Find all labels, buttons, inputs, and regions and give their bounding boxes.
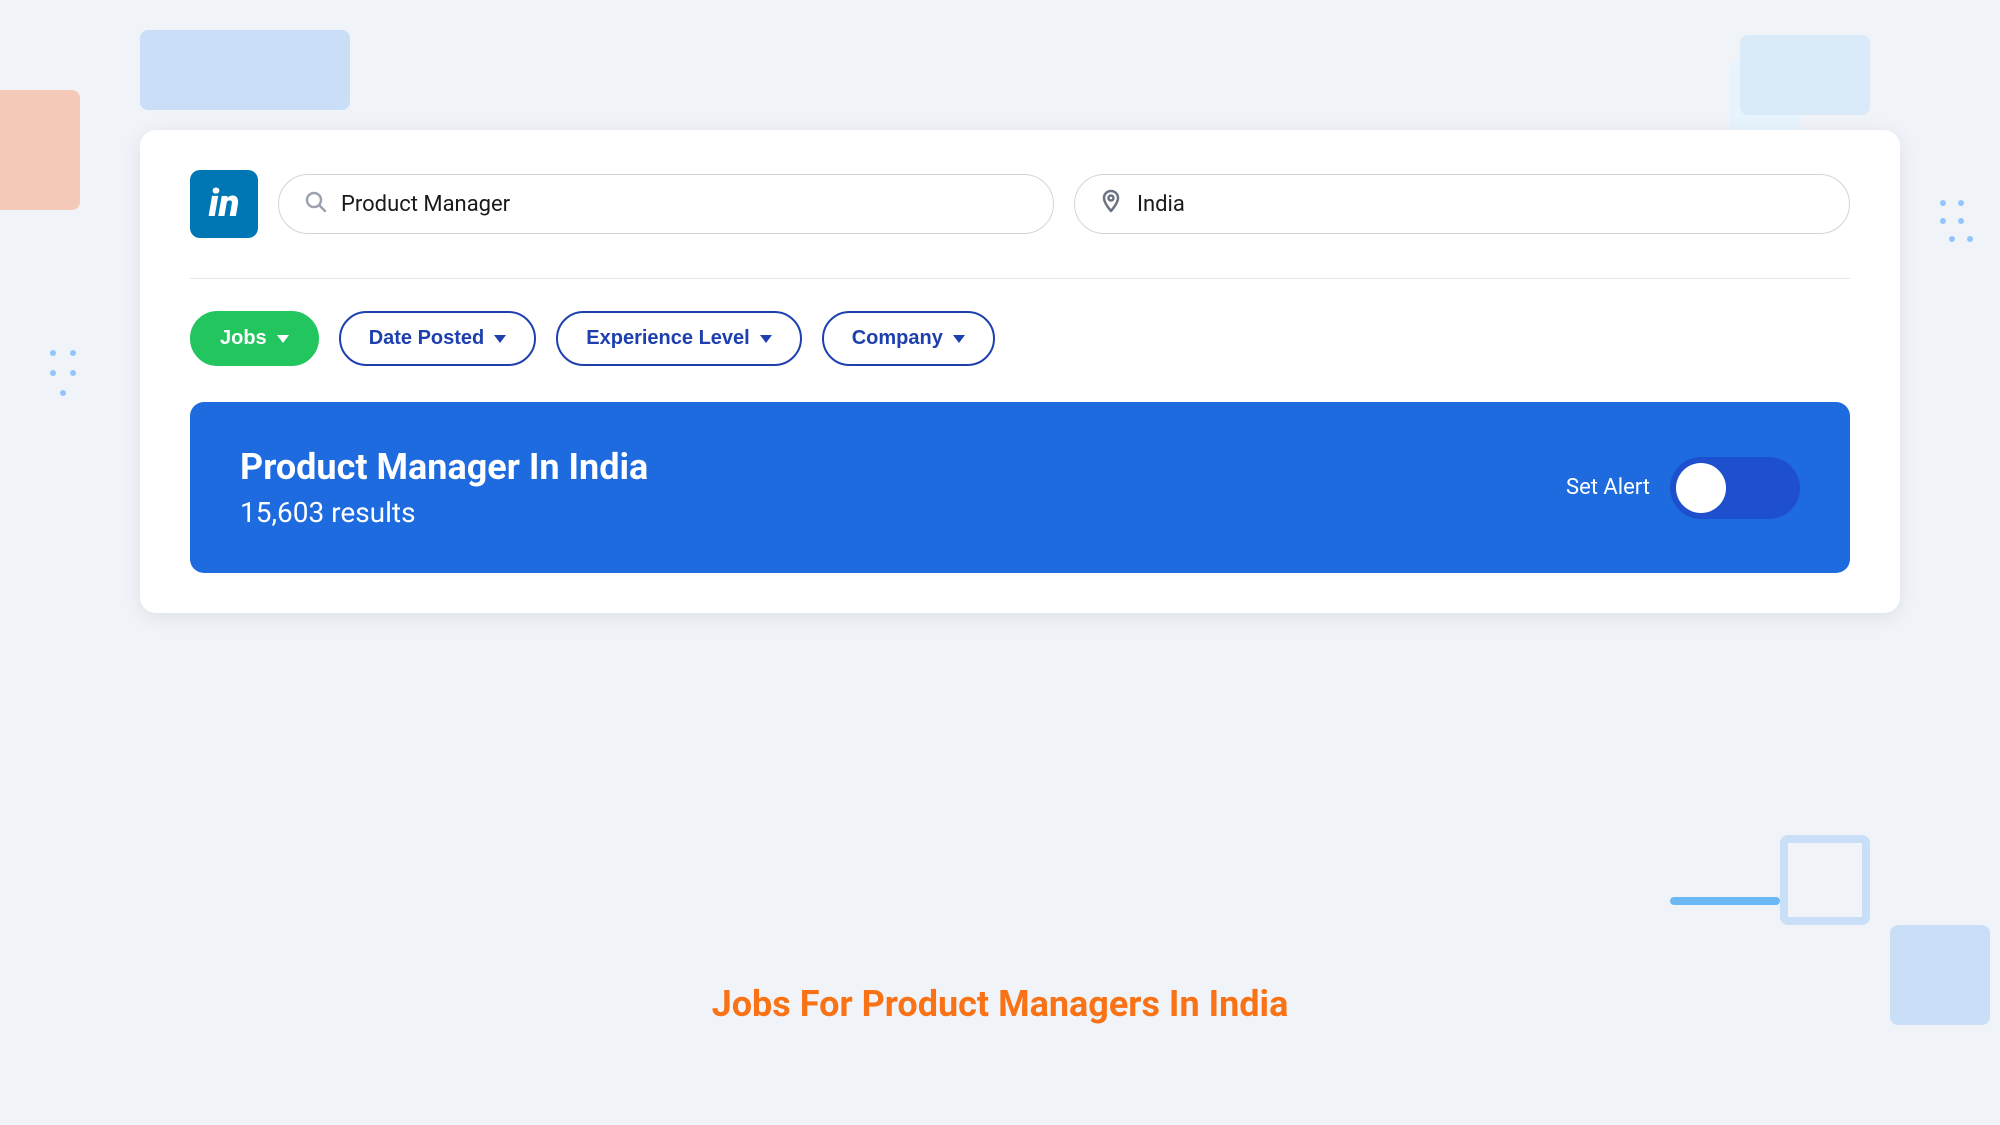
results-count: 15,603 results bbox=[240, 496, 648, 529]
results-text-block: Product Manager In India 15,603 results bbox=[240, 446, 648, 529]
date-posted-chevron-icon bbox=[494, 335, 506, 343]
bg-decor-4 bbox=[1740, 35, 1870, 115]
jobs-filter-label: Jobs bbox=[220, 327, 267, 350]
main-card: in Jobs bbox=[140, 130, 1900, 613]
toggle-knob bbox=[1676, 463, 1726, 513]
company-label: Company bbox=[852, 327, 943, 350]
jobs-filter-button[interactable]: Jobs bbox=[190, 311, 319, 366]
job-search-wrapper[interactable] bbox=[278, 174, 1054, 234]
linkedin-logo-text: in bbox=[209, 185, 240, 223]
location-search-wrapper[interactable] bbox=[1074, 174, 1850, 234]
jobs-chevron-icon bbox=[277, 335, 289, 343]
bg-decor-7 bbox=[1780, 835, 1870, 925]
set-alert-toggle[interactable] bbox=[1670, 457, 1800, 519]
filter-section: Jobs Date Posted Experience Level Compan… bbox=[190, 311, 1850, 366]
experience-level-filter-button[interactable]: Experience Level bbox=[556, 311, 801, 366]
location-search-input[interactable] bbox=[1137, 192, 1825, 217]
job-search-input[interactable] bbox=[341, 192, 1029, 217]
set-alert-label: Set Alert bbox=[1566, 475, 1650, 500]
linkedin-logo: in bbox=[190, 170, 258, 238]
bg-decor-1 bbox=[140, 30, 350, 110]
search-section: in bbox=[190, 170, 1850, 238]
bottom-title: Jobs For Product Managers In India bbox=[0, 983, 2000, 1025]
set-alert-section: Set Alert bbox=[1566, 457, 1800, 519]
bottom-section: Jobs For Product Managers In India bbox=[0, 983, 2000, 1025]
experience-level-label: Experience Level bbox=[586, 327, 749, 350]
results-title: Product Manager In India bbox=[240, 446, 648, 488]
experience-level-chevron-icon bbox=[760, 335, 772, 343]
search-icon bbox=[303, 189, 327, 219]
company-filter-button[interactable]: Company bbox=[822, 311, 995, 366]
bg-decor-2 bbox=[0, 90, 80, 210]
company-chevron-icon bbox=[953, 335, 965, 343]
location-icon bbox=[1099, 189, 1123, 219]
date-posted-label: Date Posted bbox=[369, 327, 485, 350]
date-posted-filter-button[interactable]: Date Posted bbox=[339, 311, 537, 366]
results-banner: Product Manager In India 15,603 results … bbox=[190, 402, 1850, 573]
bg-decor-6 bbox=[1670, 897, 1780, 905]
divider bbox=[190, 278, 1850, 279]
